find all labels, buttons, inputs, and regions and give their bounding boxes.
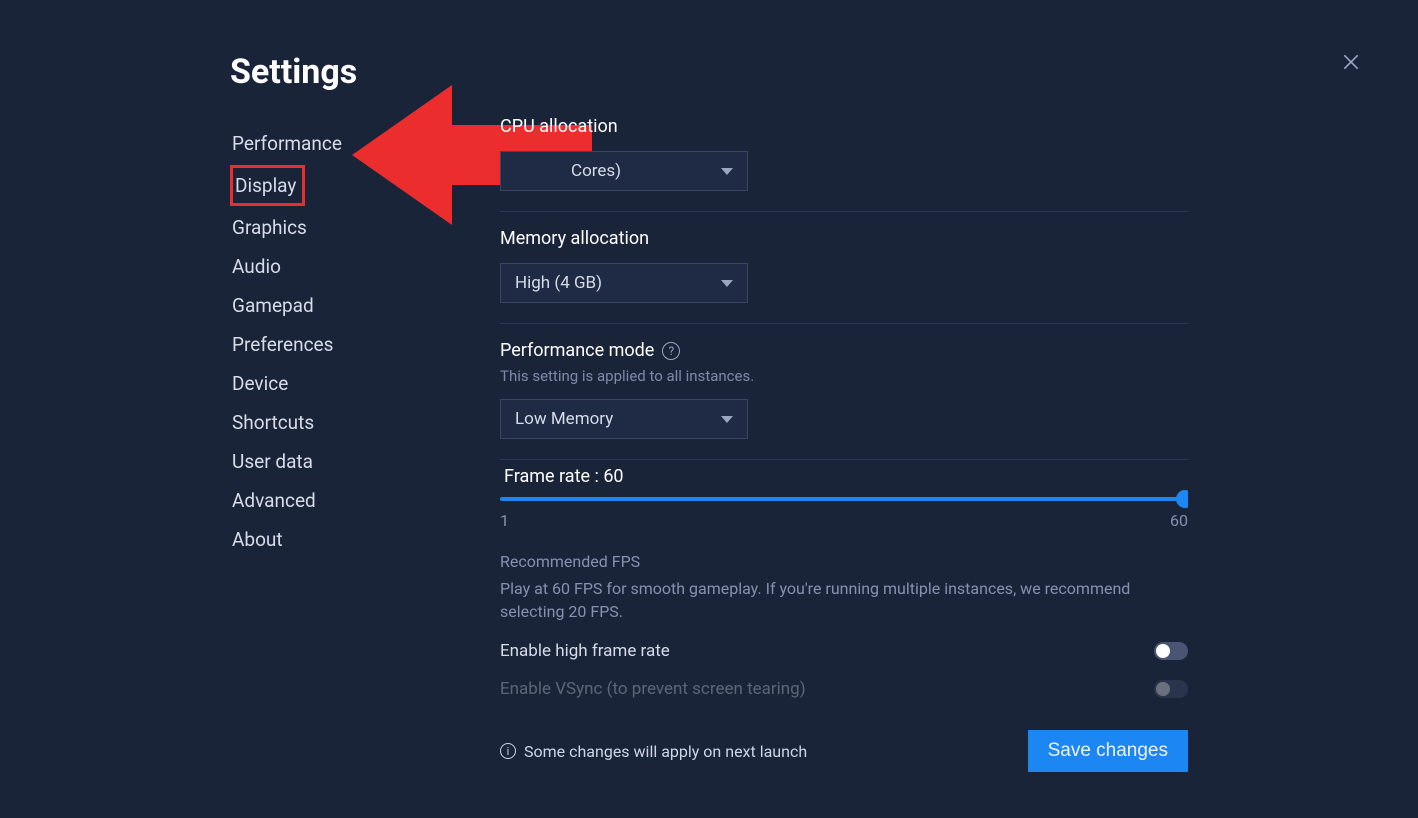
settings-sidebar: Performance Display Graphics Audio Gamep… — [230, 124, 430, 559]
frame-rate-section: Frame rate : 60 1 60 Recommended FPS Pla… — [500, 460, 1188, 698]
frame-rate-label: Frame rate : 60 — [504, 466, 1188, 487]
info-icon: i — [500, 743, 516, 759]
cpu-allocation-value: Cores) — [571, 161, 621, 181]
cpu-allocation-section: CPU allocation Cores) — [500, 116, 1188, 212]
chevron-down-icon — [721, 280, 733, 287]
cpu-allocation-label: CPU allocation — [500, 116, 1188, 137]
memory-allocation-value: High (4 GB) — [515, 273, 602, 293]
sidebar-item-gamepad[interactable]: Gamepad — [230, 286, 430, 325]
memory-allocation-section: Memory allocation High (4 GB) — [500, 212, 1188, 324]
sidebar-item-performance[interactable]: Performance — [230, 124, 430, 163]
save-changes-button[interactable]: Save changes — [1028, 730, 1188, 772]
performance-mode-section: Performance mode ? This setting is appli… — [500, 324, 1188, 460]
sidebar-item-advanced[interactable]: Advanced — [230, 481, 430, 520]
frame-rate-slider-thumb[interactable] — [1176, 490, 1188, 508]
sidebar-item-user-data[interactable]: User data — [230, 442, 430, 481]
performance-mode-sublabel: This setting is applied to all instances… — [500, 367, 1188, 385]
vsync-row: Enable VSync (to prevent screen tearing) — [500, 679, 1188, 698]
frame-rate-slider[interactable] — [500, 497, 1188, 501]
frame-rate-min: 1 — [500, 511, 509, 530]
footer-note-text: Some changes will apply on next launch — [524, 742, 807, 761]
close-button[interactable] — [1339, 50, 1363, 74]
sidebar-item-about[interactable]: About — [230, 520, 430, 559]
sidebar-item-device[interactable]: Device — [230, 364, 430, 403]
cpu-allocation-select[interactable]: Cores) — [500, 151, 748, 191]
sidebar-item-graphics[interactable]: Graphics — [230, 208, 430, 247]
page-title: Settings — [230, 52, 357, 92]
footer-note: i Some changes will apply on next launch — [500, 742, 807, 761]
high-frame-rate-row: Enable high frame rate — [500, 641, 1188, 661]
recommended-fps-title: Recommended FPS — [500, 552, 1188, 571]
chevron-down-icon — [721, 168, 733, 175]
performance-mode-select[interactable]: Low Memory — [500, 399, 748, 439]
help-icon[interactable]: ? — [662, 342, 680, 360]
chevron-down-icon — [721, 416, 733, 423]
performance-mode-label: Performance mode ? — [500, 340, 1188, 361]
settings-footer: i Some changes will apply on next launch… — [500, 730, 1188, 772]
settings-content: CPU allocation Cores) Memory allocation … — [500, 116, 1188, 698]
memory-allocation-select[interactable]: High (4 GB) — [500, 263, 748, 303]
sidebar-item-shortcuts[interactable]: Shortcuts — [230, 403, 430, 442]
vsync-toggle[interactable] — [1154, 680, 1188, 698]
high-frame-rate-label: Enable high frame rate — [500, 641, 670, 661]
high-frame-rate-toggle[interactable] — [1154, 642, 1188, 660]
sidebar-item-audio[interactable]: Audio — [230, 247, 430, 286]
sidebar-item-display[interactable]: Display — [230, 165, 305, 206]
vsync-label: Enable VSync (to prevent screen tearing) — [500, 679, 806, 698]
recommended-fps-text: Play at 60 FPS for smooth gameplay. If y… — [500, 577, 1188, 623]
sidebar-item-preferences[interactable]: Preferences — [230, 325, 430, 364]
performance-mode-value: Low Memory — [515, 409, 613, 429]
frame-rate-max: 60 — [1170, 511, 1188, 530]
memory-allocation-label: Memory allocation — [500, 228, 1188, 249]
